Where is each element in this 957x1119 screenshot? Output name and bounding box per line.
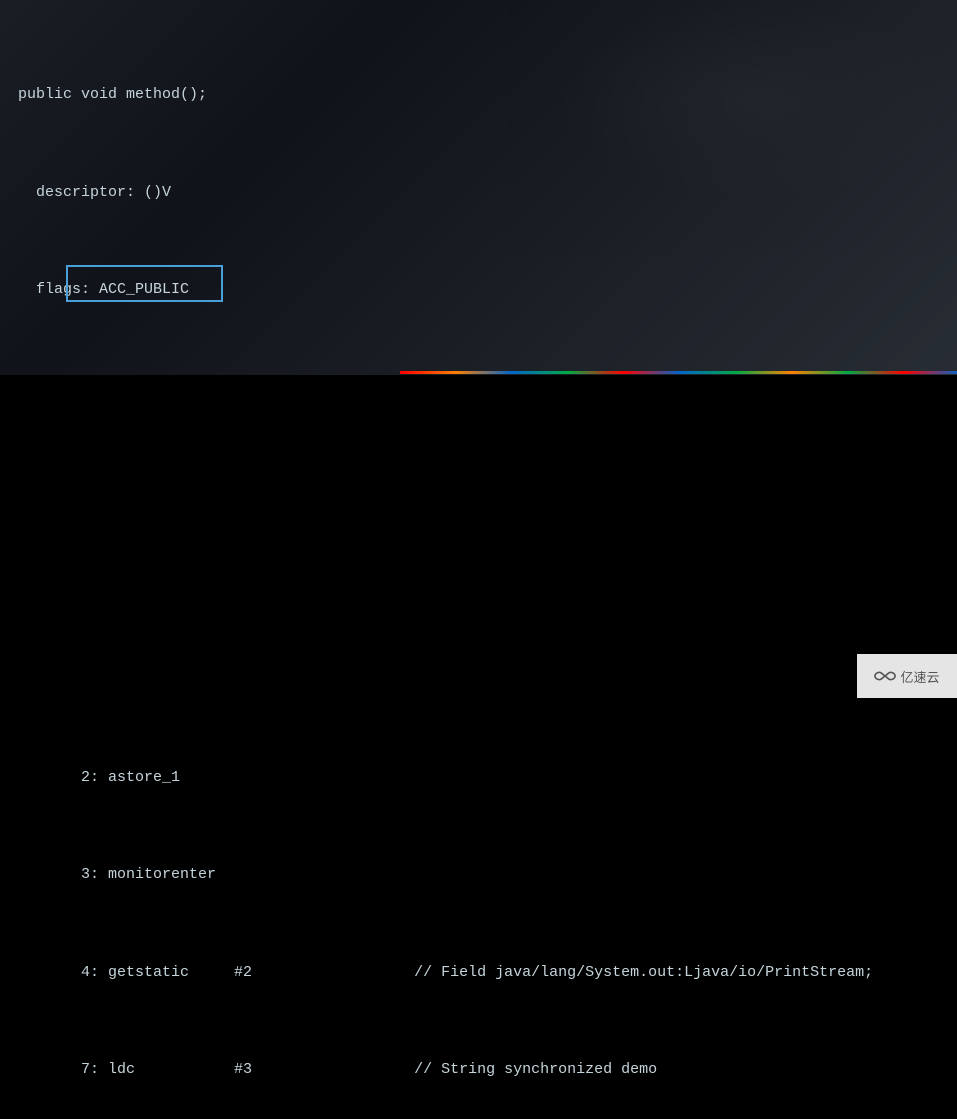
code-line: 7: ldc #3 // String synchronized demo	[18, 1054, 873, 1087]
code-line: 4: getstatic #2 // Field java/lang/Syste…	[18, 957, 873, 990]
code-line: descriptor: ()V	[18, 177, 873, 210]
code-line: flags: ACC_PUBLIC	[18, 274, 873, 307]
watermark-text: 亿速云	[900, 667, 939, 686]
rainbow-separator	[400, 371, 957, 374]
code-line-highlighted: 3: monitorenter	[18, 859, 873, 892]
cloud-infinity-icon	[874, 668, 896, 684]
watermark: 亿速云	[857, 654, 957, 698]
code-line: 2: astore_1	[18, 762, 873, 795]
code-line: public void method();	[18, 79, 873, 112]
lower-black-area	[0, 375, 957, 698]
